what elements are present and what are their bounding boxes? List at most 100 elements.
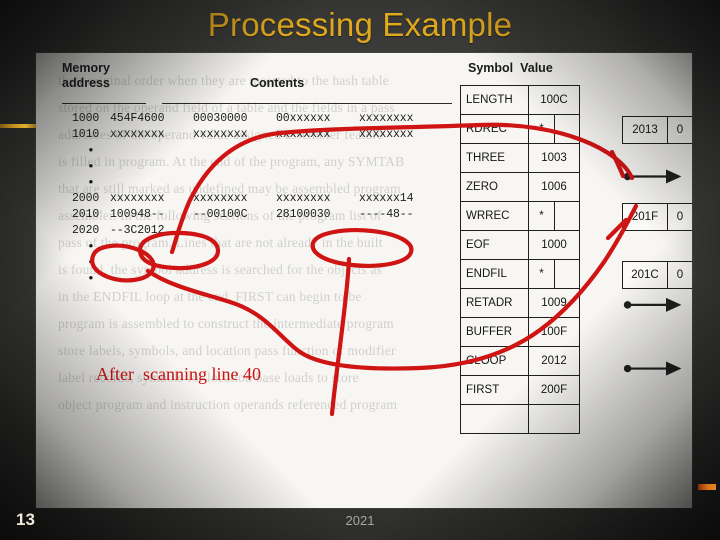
symbol-value-cell: 1003 — [541, 152, 567, 164]
symbol-name-cell — [461, 405, 529, 433]
slide-canvas: Processing Example their original order … — [0, 0, 720, 540]
symbol-name-cell: BUFFER — [461, 318, 529, 346]
symbol-value-cell — [529, 405, 579, 433]
node-next-cell: 0 — [676, 210, 684, 223]
symbol-name-cell: EOF — [461, 231, 529, 259]
symbol-value-cell: 1006 — [541, 181, 567, 193]
symbol-column-header: Symbol — [468, 61, 514, 75]
memory-row: 2020 --3C2012 — [50, 223, 460, 239]
symbol-row-three: THREE 1003 — [461, 144, 579, 173]
memory-content-cell: xxxxxx14 — [359, 192, 414, 205]
symbol-value-cell: * — [529, 115, 555, 143]
memory-content-cell: xxxxxxxx — [359, 128, 414, 141]
memory-content-cell: ----48-- — [359, 208, 414, 221]
symbol-value-cell: 100F — [540, 326, 568, 338]
memory-content-cell: xxxxxxxx — [276, 128, 331, 141]
symbol-name-cell: RDREC — [461, 115, 529, 143]
symbol-row-buffer: BUFFER 100F — [461, 318, 579, 347]
memory-ellipsis-dot: • — [87, 159, 95, 174]
memory-address-cell: 2020 — [72, 224, 100, 237]
symbol-name-cell: THREE — [461, 144, 529, 172]
memory-address-cell: 2000 — [72, 192, 100, 205]
contents-header: Contents — [250, 76, 305, 90]
symbol-name-cell: ENDFIL — [461, 260, 529, 288]
symbol-row-first: FIRST 200F — [461, 376, 579, 405]
memory-address-header-line1: Memory — [62, 61, 110, 75]
memory-row: 1000 454F4600 00030000 00xxxxxx xxxxxxxx — [50, 111, 460, 127]
symbol-name-cell: CLOOP — [461, 347, 529, 375]
symbol-name-cell: FIRST — [461, 376, 529, 404]
page-title: Processing Example — [207, 6, 513, 43]
memory-dump-table: Memory address Contents 1000 454F4600 0003… — [50, 61, 460, 286]
symbol-table-grid: LENGTH 100C RDREC * THREE 1003 ZERO 1006 WRREC * E… — [460, 85, 580, 434]
memory-ellipsis-dot: • — [87, 239, 95, 254]
memory-content-cell: 100948-- — [110, 208, 165, 221]
symbol-value-cell: 1000 — [541, 239, 567, 251]
symbol-row-retadr: RETADR 1009 — [461, 289, 579, 318]
memory-content-cell: xxxxxxxx — [193, 192, 248, 205]
memory-content-cell: xxxxxxxx — [110, 192, 165, 205]
symbol-row-wrrec: WRREC * — [461, 202, 579, 231]
memory-ellipsis-dot: • — [87, 255, 95, 270]
contents-header-rule — [162, 103, 452, 104]
symbol-name-cell: LENGTH — [461, 86, 529, 114]
symbol-row-rdrec: RDREC * — [461, 115, 579, 144]
right-accent-bar — [698, 484, 716, 490]
symbol-name-cell: RETADR — [461, 289, 529, 317]
address-header-rule — [62, 103, 146, 104]
node-next-cell: 0 — [676, 123, 684, 136]
memory-address-cell: 2010 — [72, 208, 100, 221]
footer-year: 2021 — [345, 513, 375, 528]
memory-content-cell: --3C2012 — [110, 224, 165, 237]
left-accent-bar — [0, 124, 36, 128]
annotation-caption: After scanning line 40 — [96, 364, 261, 384]
symbol-row-empty — [461, 405, 579, 434]
symbol-value-cell: 2012 — [541, 355, 567, 367]
value-column-header: Value — [520, 61, 553, 75]
memory-content-cell: 454F4600 — [110, 112, 165, 125]
symbol-name-cell: ZERO — [461, 173, 529, 201]
memory-row: 2010 100948-- --00100C 28100030 ----48-- — [50, 207, 460, 223]
symbol-value-cell: 200F — [540, 384, 568, 396]
symbol-table: Symbol Value LENGTH 100C RDREC * THREE 1003 ZE… — [460, 61, 582, 434]
memory-ellipsis-dot: • — [87, 175, 95, 190]
memory-content-cell: 00xxxxxx — [276, 112, 331, 125]
memory-ellipsis-dot: • — [87, 143, 95, 158]
memory-content-cell: 00030000 — [193, 112, 248, 125]
symbol-row-endfil: ENDFIL * — [461, 260, 579, 289]
node-address-cell: 2013 — [623, 116, 668, 143]
memory-address-cell: 1010 — [72, 128, 100, 141]
symbol-value-cell: 1009 — [541, 297, 567, 309]
memory-content-cell: xxxxxxxx — [110, 128, 165, 141]
symbol-value-cell: * — [529, 202, 555, 230]
memory-row: 1010 xxxxxxxx xxxxxxxx xxxxxxxx xxxxxxxx — [50, 127, 460, 143]
symbol-node-box: 2013 0 — [622, 115, 692, 144]
symbol-table-header: Symbol Value — [460, 61, 582, 85]
memory-content-cell: xxxxxxxx — [193, 128, 248, 141]
memory-content-cell: 28100030 — [276, 208, 331, 221]
node-next-cell: 0 — [676, 268, 684, 281]
memory-row-list: 1000 454F4600 00030000 00xxxxxx xxxxxxxx 1010… — [50, 111, 460, 287]
symbol-name-cell: WRREC — [461, 202, 529, 230]
memory-content-cell: xxxxxxxx — [276, 192, 331, 205]
node-address-cell: 201C — [623, 261, 668, 288]
symbol-row-length: LENGTH 100C — [461, 86, 579, 115]
symbol-node-box: 201F 0 — [622, 202, 692, 231]
memory-address-header-line2: address — [62, 76, 110, 90]
symbol-value-cell: 100C — [540, 94, 568, 106]
symbol-node-box: 201C 0 — [622, 260, 692, 289]
symbol-pointer-cell — [555, 202, 579, 230]
memory-ellipsis-dot: • — [87, 271, 95, 286]
memory-content-cell: xxxxxxxx — [359, 112, 414, 125]
symbol-pointer-cell — [555, 115, 579, 143]
symbol-row-eof: EOF 1000 — [461, 231, 579, 260]
symbol-row-cloop: CLOOP 2012 — [461, 347, 579, 376]
memory-address-header: Memory address — [62, 61, 148, 91]
memory-table-header: Memory address Contents — [50, 61, 460, 107]
symbol-value-cell: * — [529, 260, 555, 288]
symbol-row-zero: ZERO 1006 — [461, 173, 579, 202]
scanned-figure: their original order when they are inser… — [36, 53, 692, 508]
node-address-cell: 201F — [623, 203, 668, 230]
memory-content-cell: --00100C — [193, 208, 248, 221]
memory-address-cell: 1000 — [72, 112, 100, 125]
